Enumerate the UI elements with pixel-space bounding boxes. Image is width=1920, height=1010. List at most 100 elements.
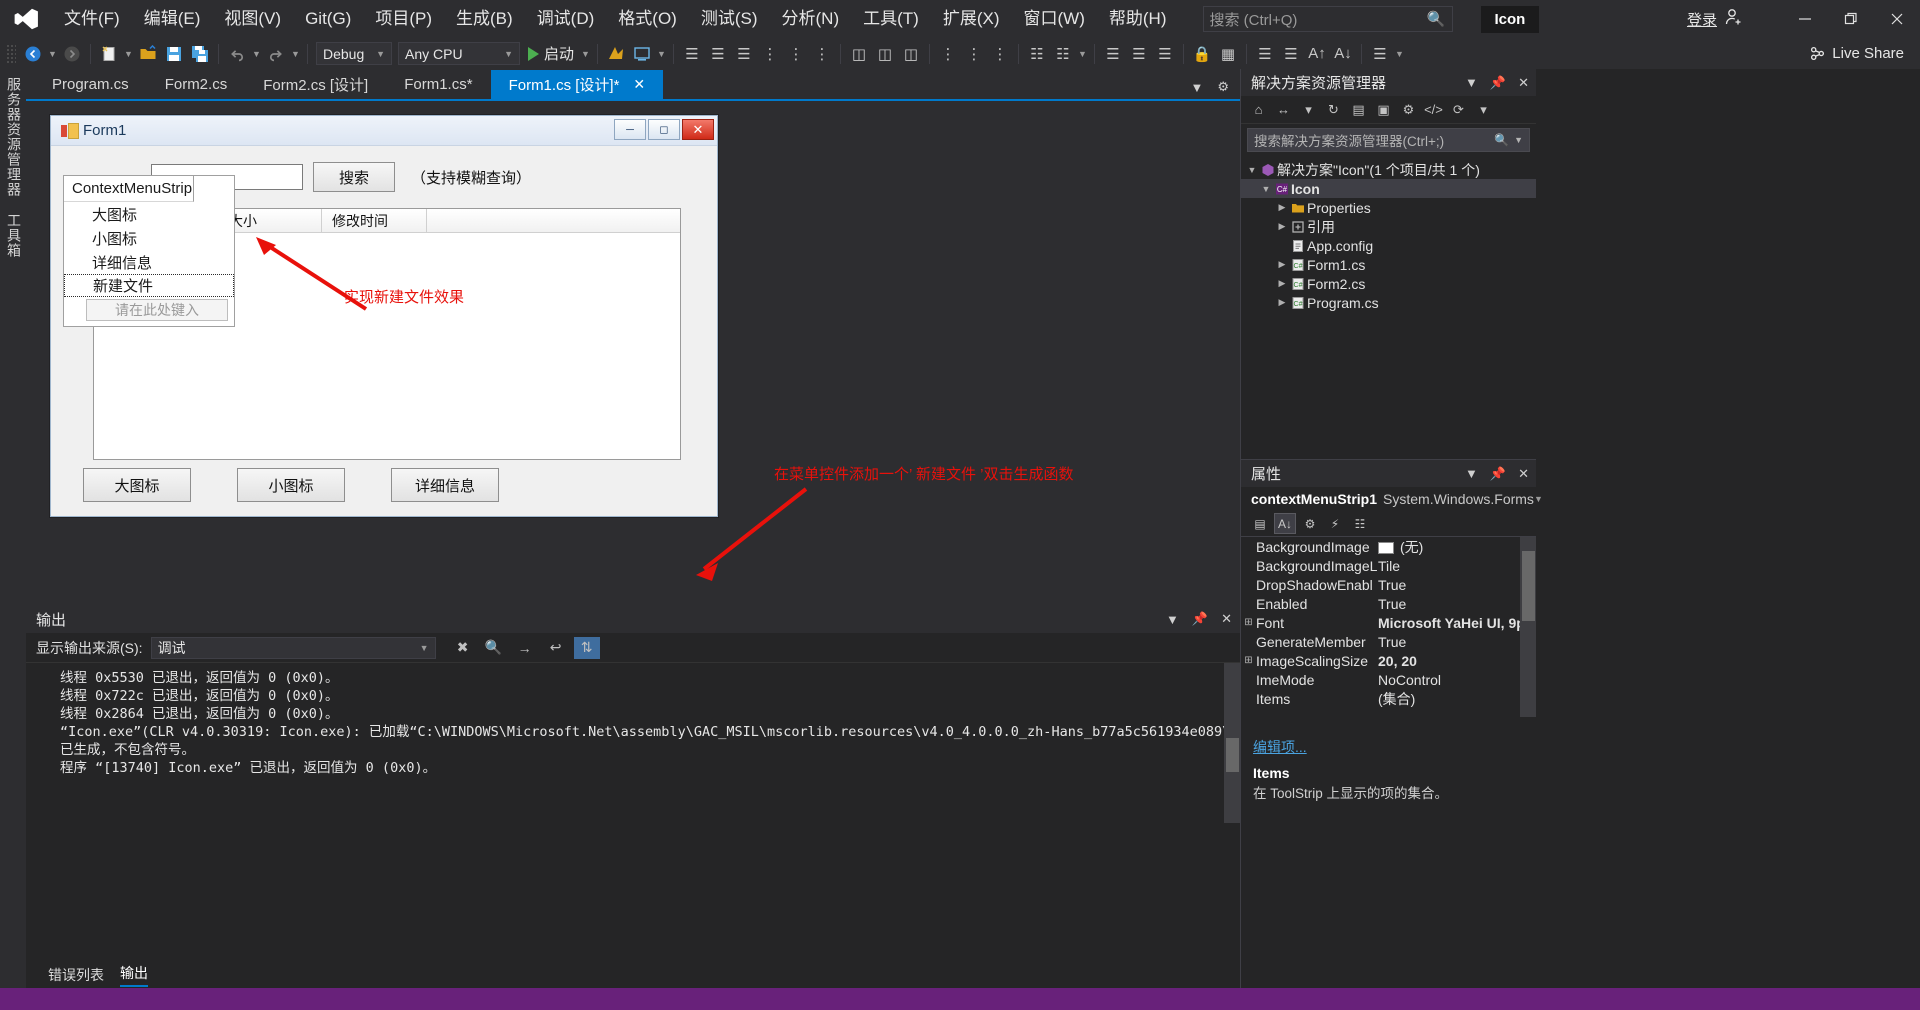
chevron-expanded-icon[interactable]: ▼	[1259, 184, 1273, 194]
increase-font-icon[interactable]: A↑	[1304, 42, 1330, 66]
go-to-icon[interactable]: →	[512, 637, 538, 659]
chevron-collapsed-icon[interactable]: ▶	[1275, 221, 1289, 232]
menu-analyze[interactable]: 分析(N)	[770, 0, 852, 38]
window-minimize-button[interactable]	[1782, 0, 1828, 38]
property-row-generatemember[interactable]: GenerateMember True	[1241, 632, 1536, 651]
clear-all-icon[interactable]: ✖	[450, 637, 476, 659]
property-row-backgroundimagelayout[interactable]: BackgroundImageL Tile	[1241, 556, 1536, 575]
global-search-input[interactable]: 搜索 (Ctrl+Q) 🔍	[1202, 6, 1453, 32]
search-icon[interactable]: 🔍	[1494, 133, 1509, 147]
tab-form1-cs-design[interactable]: Form1.cs [设计]* ✕	[490, 70, 664, 99]
close-icon[interactable]: ✕	[1518, 466, 1529, 482]
properties-grid[interactable]: BackgroundImage (无) BackgroundImageL Til…	[1241, 537, 1536, 727]
undo-icon[interactable]	[224, 42, 250, 66]
align-bottoms-icon[interactable]: ⋮	[809, 42, 835, 66]
properties-icon[interactable]: ⚙	[1299, 513, 1321, 534]
property-value[interactable]: Tile	[1378, 558, 1536, 574]
menu-item-details[interactable]: 详细信息	[64, 250, 234, 274]
property-row-imagescalingsize[interactable]: ⊞ ImageScalingSize 20, 20	[1241, 651, 1536, 670]
property-value[interactable]: NoControl	[1378, 672, 1536, 688]
design-surface-form1[interactable]: Form1 ─ ◻ ✕ 搜索 （支持模糊查询） 大小 修改时间 大图标 小图标 …	[50, 115, 718, 517]
chevron-down-icon[interactable]: ▾	[1297, 99, 1320, 121]
redo-icon[interactable]	[263, 42, 289, 66]
property-row-dropshadowenabled[interactable]: DropShadowEnabl True	[1241, 575, 1536, 594]
menu-view[interactable]: 视图(V)	[212, 0, 293, 38]
start-debug-button[interactable]: 启动	[523, 43, 579, 64]
bring-to-front-icon[interactable]: ☷	[1024, 42, 1050, 66]
align-middles-icon[interactable]: ⋮	[783, 42, 809, 66]
column-modified[interactable]: 修改时间	[322, 209, 427, 232]
gear-icon[interactable]: ⚙	[1210, 79, 1236, 95]
events-icon[interactable]: ⚡	[1324, 513, 1346, 534]
tab-form2-cs[interactable]: Form2.cs	[146, 70, 246, 99]
show-all-files-icon[interactable]: ▣	[1372, 99, 1395, 121]
property-value[interactable]: (无)	[1378, 537, 1536, 557]
menu-git[interactable]: Git(G)	[293, 0, 363, 38]
menu-help[interactable]: 帮助(H)	[1097, 0, 1179, 38]
close-icon[interactable]: ✕	[633, 76, 645, 93]
align-tops-icon[interactable]: ⋮	[757, 42, 783, 66]
property-value[interactable]: Microsoft YaHei UI, 9pt	[1378, 615, 1536, 631]
menu-format[interactable]: 格式(O)	[606, 0, 689, 38]
live-share-button[interactable]: Live Share	[1809, 45, 1904, 62]
pin-icon[interactable]: 📌	[1192, 611, 1208, 627]
align-rights-icon[interactable]: ☰	[731, 42, 757, 66]
form-minimize-button[interactable]: ─	[614, 119, 646, 140]
output-source-select[interactable]: 调试 ▼	[150, 636, 436, 659]
layout-dropdown-icon[interactable]: ▼	[1076, 49, 1089, 59]
tree-node-form2-cs[interactable]: ▶ C# Form2.cs	[1241, 274, 1536, 293]
form-close-button[interactable]: ✕	[682, 119, 714, 140]
navigate-forward-icon[interactable]	[59, 42, 85, 66]
tree-node-program-cs[interactable]: ▶ C# Program.cs	[1241, 293, 1536, 312]
menu-type-here-placeholder[interactable]: 请在此处键入	[86, 299, 228, 321]
open-folder-icon[interactable]	[135, 42, 161, 66]
select-device-icon[interactable]	[629, 42, 655, 66]
menu-item-small-icons[interactable]: 小图标	[64, 226, 234, 250]
close-icon[interactable]: ✕	[1518, 75, 1529, 91]
snap-to-grid-icon[interactable]: ▦	[1215, 42, 1241, 66]
solution-configuration-select[interactable]: Debug ▼	[316, 42, 392, 65]
chevron-down-icon[interactable]: ▼	[1183, 80, 1210, 95]
person-add-icon[interactable]	[1724, 7, 1744, 32]
solution-explorer-search-input[interactable]: 搜索解决方案资源管理器(Ctrl+;) 🔍 ▼	[1247, 128, 1530, 152]
menu-window[interactable]: 窗口(W)	[1012, 0, 1097, 38]
horizontal-spacing-icon[interactable]: ⋮	[935, 42, 961, 66]
pin-icon[interactable]: 📌	[1490, 466, 1506, 482]
expand-icon[interactable]: ⊞	[1241, 617, 1256, 628]
toolbar-options-dropdown-icon[interactable]: ▼	[1393, 49, 1406, 59]
send-to-back-icon[interactable]: ☷	[1050, 42, 1076, 66]
tree-node-properties[interactable]: ▶ Properties	[1241, 198, 1536, 217]
toolbar-grip[interactable]	[6, 43, 16, 64]
menu-edit[interactable]: 编辑(E)	[132, 0, 213, 38]
menu-file[interactable]: 文件(F)	[52, 0, 132, 38]
properties-icon[interactable]: ⚙	[1397, 99, 1420, 121]
new-file-icon[interactable]	[96, 42, 122, 66]
form-maximize-button[interactable]: ◻	[648, 119, 680, 140]
chevron-down-icon[interactable]: ▼	[1514, 135, 1523, 145]
tree-node-app-config[interactable]: App.config	[1241, 236, 1536, 255]
remove-spacing-icon[interactable]: ⋮	[987, 42, 1013, 66]
tab-output[interactable]: 输出	[120, 963, 148, 987]
tab-order-icon[interactable]: ☰	[1152, 42, 1178, 66]
menu-extensions[interactable]: 扩展(X)	[931, 0, 1012, 38]
close-icon[interactable]: ✕	[1221, 611, 1232, 627]
collapse-all-icon[interactable]: ▤	[1347, 99, 1370, 121]
dock-tab-toolbox[interactable]: 工具箱	[0, 205, 28, 266]
word-wrap-icon[interactable]: ↩	[543, 637, 569, 659]
property-row-imemode[interactable]: ImeMode NoControl	[1241, 670, 1536, 689]
output-scrollbar[interactable]	[1224, 663, 1240, 823]
chevron-expanded-icon[interactable]: ▼	[1245, 165, 1259, 175]
tab-form1-cs[interactable]: Form1.cs*	[386, 70, 491, 99]
tree-node-project-icon[interactable]: ▼ C# Icon	[1241, 179, 1536, 198]
decrease-font-icon[interactable]: A↓	[1330, 42, 1356, 66]
properties-scroll-thumb[interactable]	[1522, 551, 1535, 621]
property-value[interactable]: True	[1378, 634, 1536, 650]
new-file-dropdown-icon[interactable]: ▼	[122, 49, 135, 59]
tree-node-references[interactable]: ▶ 引用	[1241, 217, 1536, 236]
chevron-collapsed-icon[interactable]: ▶	[1275, 297, 1289, 308]
properties-scrollbar[interactable]	[1520, 537, 1536, 717]
chevron-down-icon[interactable]: ▼	[1465, 466, 1478, 482]
menu-debug[interactable]: 调试(D)	[525, 0, 607, 38]
uncomment-icon[interactable]: ☰	[1278, 42, 1304, 66]
chevron-collapsed-icon[interactable]: ▶	[1275, 259, 1289, 270]
